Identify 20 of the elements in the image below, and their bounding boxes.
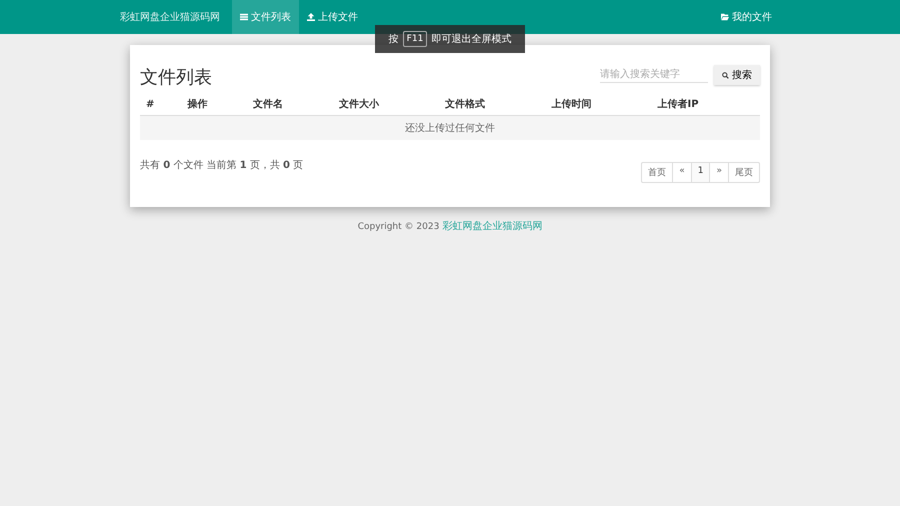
key-label: F11: [402, 31, 428, 47]
nav-tab[interactable]: 上传文件: [299, 0, 366, 34]
copyright-text: Copyright © 2023: [358, 222, 440, 232]
brand-name[interactable]: 彩虹网盘企业猫源码网: [120, 0, 232, 34]
list-icon: [240, 13, 248, 21]
page-summary: 共有 0 个文件 当前第 1 页，共 0 页: [140, 158, 304, 172]
page-link[interactable]: 1: [690, 163, 710, 182]
folder-icon: [721, 13, 729, 21]
my-files-link[interactable]: 我的文件: [713, 0, 780, 34]
search-button[interactable]: 搜索: [714, 65, 760, 85]
upload-icon: [307, 13, 315, 21]
panel-title: 文件列表: [140, 66, 212, 89]
page-link[interactable]: 尾页: [728, 163, 759, 182]
empty-message: 还没上传过任何文件: [140, 116, 760, 140]
page-link[interactable]: »: [709, 163, 728, 182]
toast-text: 即可退出全屏模式: [431, 32, 512, 46]
toast-text: 按: [388, 32, 399, 46]
page-link[interactable]: 首页: [642, 163, 672, 182]
search-field[interactable]: 请输入搜索关键字: [600, 67, 708, 83]
search-icon: [722, 72, 729, 78]
